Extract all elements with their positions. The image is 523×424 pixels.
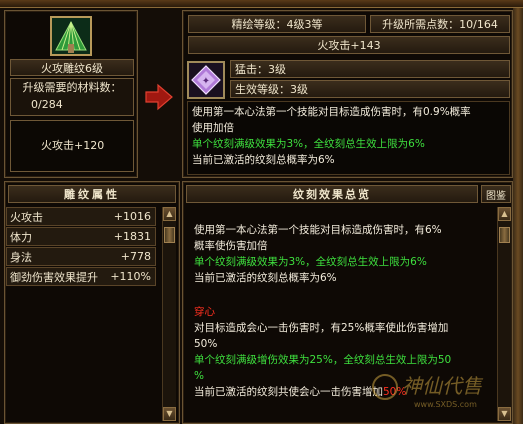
effect-line: 使用第一本心法第一个技能对目标造成伤害时，有0.9%概率 — [192, 106, 471, 118]
overview-line: 单个纹刻满级增伤效果为25%，全纹刻总生效上限为50 — [194, 354, 452, 366]
attr-name: 火攻击 — [10, 210, 43, 224]
materials-value: 0/284 — [31, 98, 63, 111]
attr-row: 火攻击 +1016 — [6, 207, 156, 226]
effect-line: 当前已激活的纹刻总概率为6% — [192, 154, 335, 166]
overview-text: 使用第一本心法第一个技能对目标造成伤害时，有6% 概率使伤害加倍 单个纹刻满级效… — [194, 222, 494, 422]
tab-codex[interactable]: 图鉴 — [481, 185, 511, 203]
overview-title: 纹刻效果总览 — [186, 185, 478, 203]
purple-diamond-glyph-icon: ✦ — [191, 65, 221, 95]
overview-section-title: 穿心 — [194, 306, 215, 318]
scroll-down-icon[interactable]: ▼ — [163, 407, 176, 421]
scroll-up-icon[interactable]: ▲ — [163, 207, 176, 221]
effect-line: 单个纹刻满级效果为3%，全纹刻总生效上限为6% — [192, 138, 425, 150]
overview-line: 单个纹刻满级效果为3%，全纹刻总生效上限为6% — [194, 256, 427, 268]
sub-attr-strike-label: 猛击：3级 — [235, 63, 286, 76]
upgrade-effect-text: 使用第一本心法第一个技能对目标造成伤害时，有0.9%概率 使用加倍 单个纹刻满级… — [187, 101, 510, 175]
overview-line: 50% — [194, 338, 218, 350]
attributes-title: 雕纹属性 — [8, 185, 176, 203]
attr-name: 身法 — [10, 250, 32, 264]
overview-line: % — [194, 370, 204, 382]
current-stat-box: 火攻击+120 — [10, 120, 134, 172]
overview-line: 概率使伤害加倍 — [194, 240, 268, 252]
attr-name: 御劲伤害效果提升 — [10, 270, 98, 284]
overview-line: 当前已激活的纹刻总概率为6% — [194, 272, 337, 284]
attr-row: 御劲伤害效果提升 +110% — [6, 267, 156, 286]
scroll-thumb[interactable] — [164, 227, 175, 243]
overview-line-text: 当前已激活的纹刻共使会心一击伤害增加 — [194, 386, 383, 398]
item-name: 火攻雕纹6级 — [10, 59, 134, 76]
refine-level: 精绘等级：4级3等 — [188, 15, 366, 33]
attr-name: 体力 — [10, 230, 32, 244]
overview-scrollbar[interactable]: ▲ ▼ — [497, 207, 511, 421]
attributes-scrollbar[interactable]: ▲ ▼ — [162, 207, 176, 421]
green-feather-fan-icon — [52, 18, 90, 54]
attr-value: +1831 — [113, 230, 151, 243]
attr-value: +110% — [110, 270, 151, 283]
overview-line: 当前已激活的纹刻共使会心一击伤害增加50% — [194, 384, 494, 400]
red-arrow-right-icon — [144, 82, 174, 112]
materials-label: 升级需要的材料数： — [22, 81, 122, 94]
overview-line-value: 50% — [383, 386, 407, 398]
scroll-down-icon[interactable]: ▼ — [498, 407, 511, 421]
sub-attr-effect-level: 生效等级：3级 — [230, 80, 510, 98]
materials-box: 升级需要的材料数： 0/284 — [10, 78, 134, 116]
current-stat: 火攻击+120 — [41, 139, 105, 152]
gem-slot[interactable]: ✦ — [187, 61, 225, 99]
next-stat: 火攻击+143 — [188, 36, 510, 54]
overview-line: 对目标造成会心一击伤害时，有25%概率使此伤害增加 — [194, 322, 449, 334]
svg-text:✦: ✦ — [202, 76, 210, 87]
overview-line: 使用第一本心法第一个技能对目标造成伤害时，有6% — [194, 224, 442, 236]
item-icon[interactable] — [50, 16, 92, 56]
sub-attr-effect-level-label: 生效等级：3级 — [235, 83, 308, 96]
attr-value: +778 — [120, 250, 151, 263]
attr-row: 身法 +778 — [6, 247, 156, 266]
scroll-up-icon[interactable]: ▲ — [498, 207, 511, 221]
window-right-border — [513, 8, 523, 424]
attr-row: 体力 +1831 — [6, 227, 156, 246]
effect-line: 使用加倍 — [192, 122, 234, 134]
sub-attr-strike: 猛击：3级 — [230, 60, 510, 78]
attr-value: +1016 — [113, 210, 151, 223]
window-top-border — [0, 0, 523, 8]
scroll-thumb[interactable] — [499, 227, 510, 243]
upgrade-points: 升级所需点数：10/164 — [370, 15, 510, 33]
